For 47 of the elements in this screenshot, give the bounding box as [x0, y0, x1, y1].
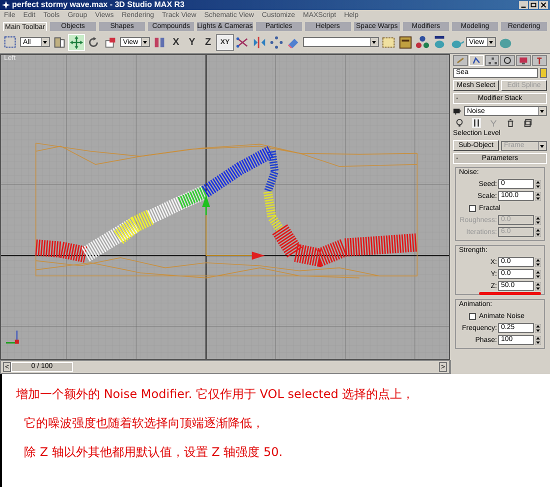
spinner-arrows-icon[interactable]	[535, 270, 541, 278]
caption-text: 增加一个额外的 Noise Modifier. 它仅作用于 VOL selected 选择的点上，	[16, 386, 416, 403]
display-tab-icon[interactable]	[516, 55, 532, 66]
hierarchy-tab-icon[interactable]	[484, 55, 500, 66]
caption-text: 除 Z 轴以外其他都用默认值，设置 Z 轴强度 50.	[23, 444, 284, 461]
axis-constraint-button[interactable]: X	[169, 34, 183, 50]
checkbox[interactable]	[469, 204, 476, 212]
caption-text: 它的噪波强度也随着软选择向顶端逐渐降低，	[23, 415, 265, 432]
light-bulb-icon[interactable]	[455, 118, 464, 128]
pin-icon[interactable]	[453, 106, 462, 116]
move-gizmo-drawing	[202, 194, 265, 260]
link-icon[interactable]	[235, 34, 250, 50]
select-by-name-icon[interactable]	[52, 34, 67, 50]
rotate-icon[interactable]	[86, 34, 101, 50]
named-selection-dropdown[interactable]	[303, 37, 379, 47]
object-color-swatch[interactable]	[540, 68, 547, 78]
trash-icon[interactable]	[506, 118, 515, 128]
selection-sets-icon[interactable]	[381, 34, 396, 50]
teapot-render-icon[interactable]	[432, 34, 447, 50]
selection-region-icon[interactable]	[3, 34, 18, 50]
spinner-arrows-icon[interactable]	[535, 282, 541, 290]
pause-icon[interactable]	[472, 118, 481, 128]
spinner-arrows-icon[interactable]	[535, 336, 541, 344]
spinner-arrows-icon[interactable]	[535, 228, 541, 236]
spinner-arrows-icon[interactable]	[535, 192, 541, 200]
align-icon[interactable]	[398, 34, 413, 50]
axis-tripod-icon	[6, 330, 19, 344]
checkbox[interactable]	[469, 312, 476, 320]
spinner-arrows-icon[interactable]	[535, 324, 541, 332]
window-title: perfect stormy wave.max - 3D Studio MAX R3	[12, 0, 184, 10]
mirror-icon[interactable]	[252, 34, 267, 50]
array-icon[interactable]	[269, 34, 284, 50]
material-spheres-icon[interactable]	[415, 34, 430, 50]
minimize-icon[interactable]	[519, 1, 528, 9]
motion-tab-icon[interactable]	[500, 55, 516, 66]
axis-constraint-button[interactable]: Z	[201, 34, 215, 50]
stack-icon[interactable]	[523, 118, 532, 128]
spinner-arrows-icon[interactable]	[535, 180, 541, 188]
restore-icon[interactable]	[529, 1, 538, 9]
utilities-tab-icon[interactable]	[532, 55, 547, 66]
spinner-arrows-icon[interactable]	[535, 216, 541, 224]
spinner-arrows-icon[interactable]	[535, 258, 541, 266]
axis-constraint-button[interactable]: Y	[185, 34, 199, 50]
close-icon[interactable]	[539, 1, 548, 9]
app-icon	[2, 1, 10, 9]
modify-tab-icon[interactable]	[468, 55, 484, 66]
move-icon[interactable]	[69, 34, 84, 50]
